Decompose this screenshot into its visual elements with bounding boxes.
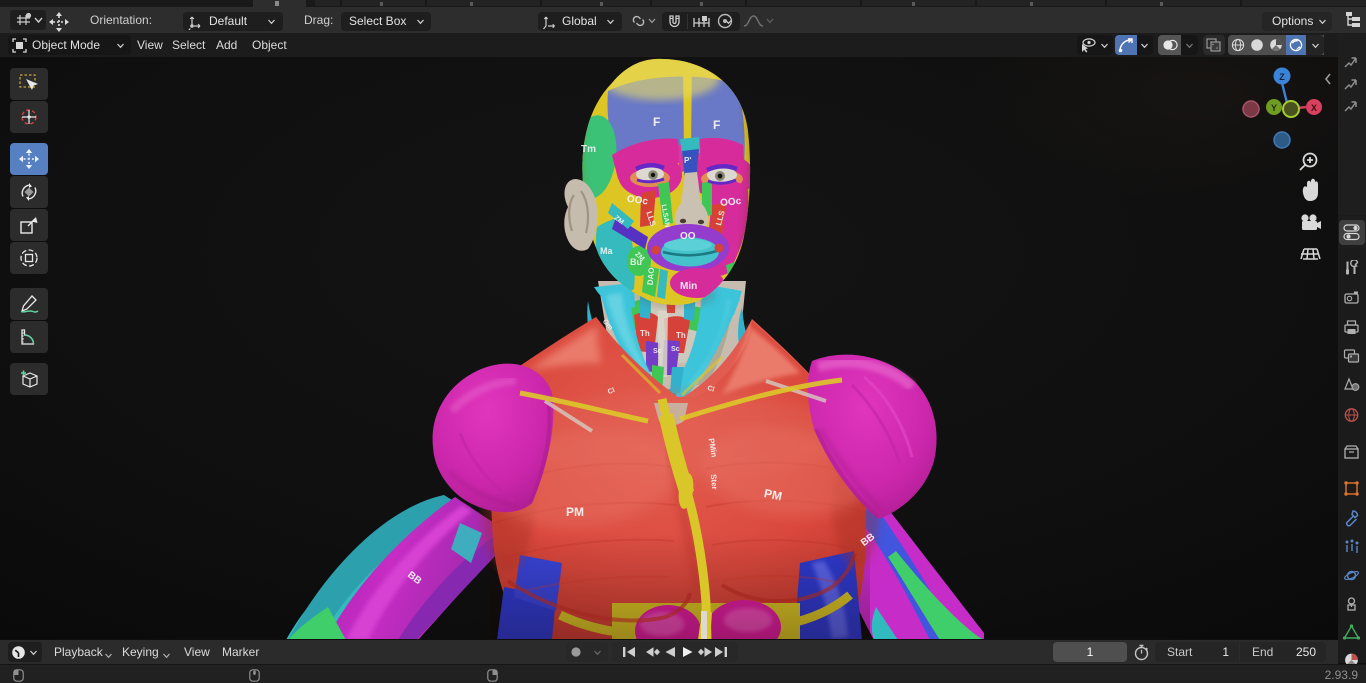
svg-text:X: X <box>1311 103 1317 113</box>
svg-text:Y: Y <box>1271 103 1277 113</box>
svg-text:Z: Z <box>1279 72 1285 82</box>
